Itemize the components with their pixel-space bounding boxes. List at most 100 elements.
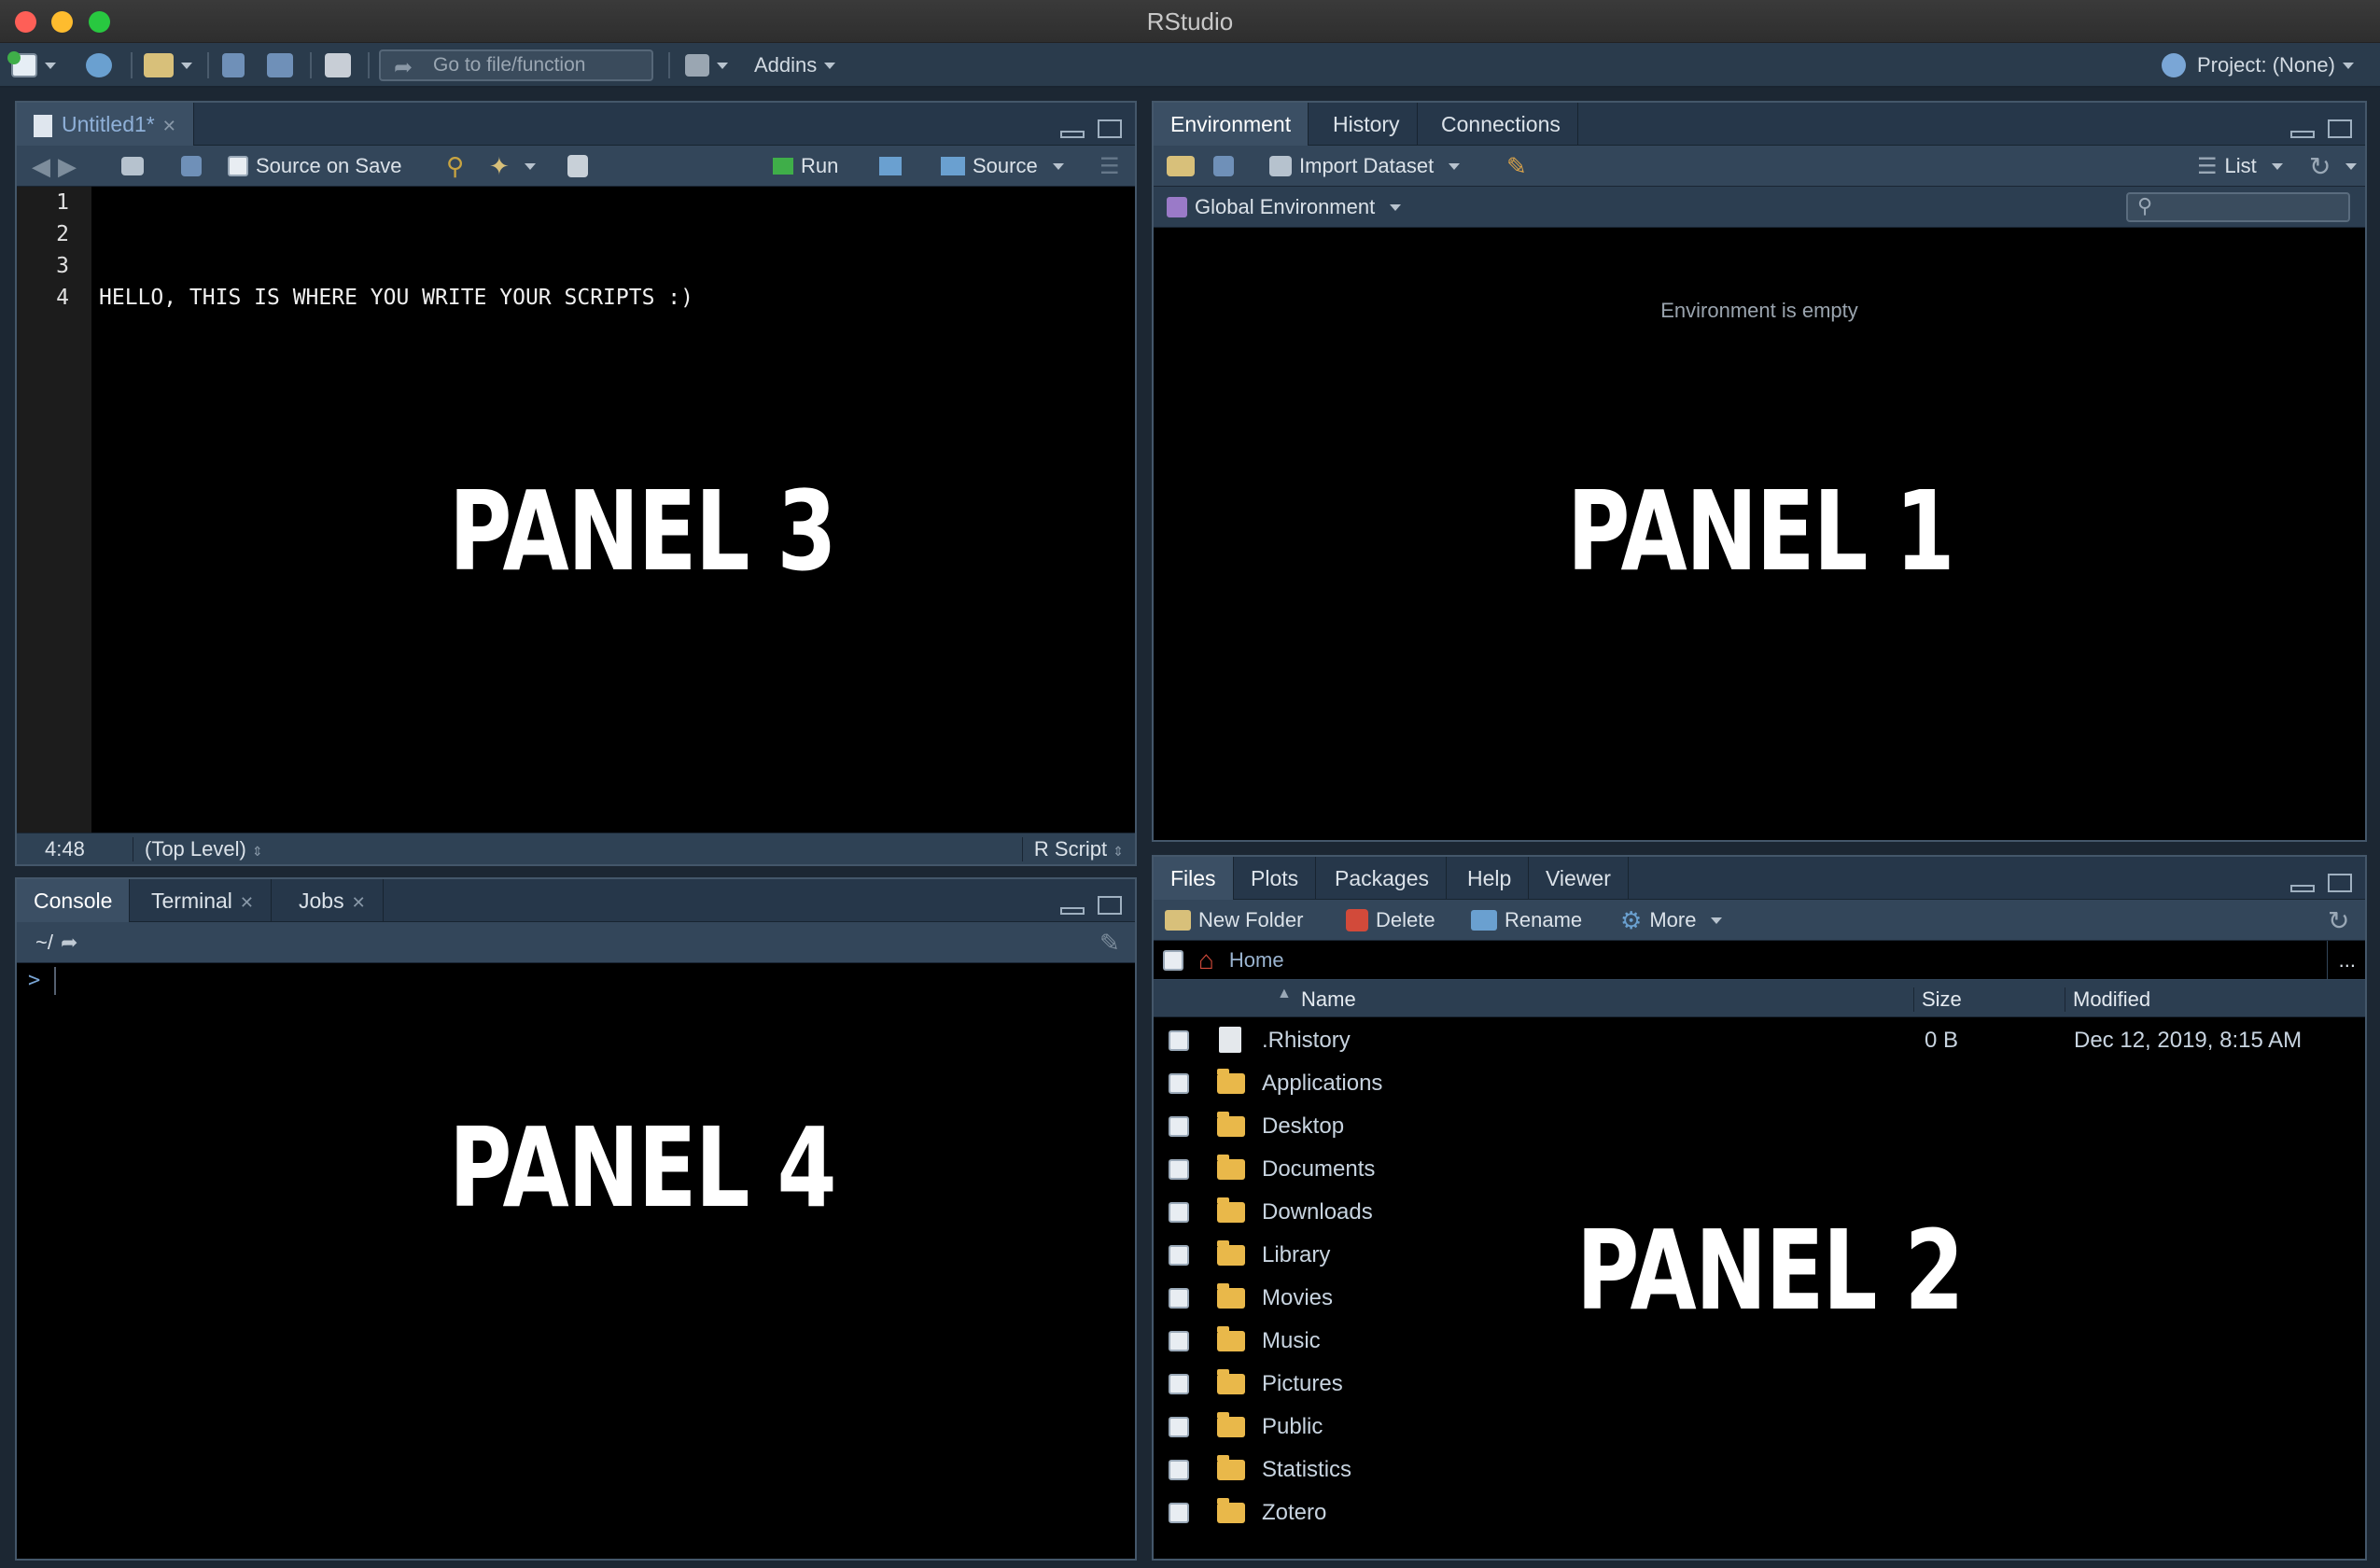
file-name[interactable]: Pictures [1262, 1363, 1343, 1406]
project-menu[interactable]: Project: (None) [2162, 50, 2354, 80]
tab-history[interactable]: History [1316, 103, 1418, 146]
tab-jobs[interactable]: Jobs ✕ [282, 879, 384, 922]
view-mode-menu[interactable]: ☰ List [2197, 146, 2283, 187]
file-name[interactable]: Library [1262, 1234, 1330, 1277]
file-name[interactable]: Applications [1262, 1062, 1382, 1105]
source-on-save-checkbox[interactable] [228, 156, 248, 176]
new-folder-button[interactable]: New Folder [1165, 900, 1303, 941]
save-button[interactable] [222, 50, 245, 80]
close-tab-icon[interactable]: ✕ [352, 893, 366, 912]
row-checkbox[interactable] [1169, 1116, 1189, 1137]
file-row[interactable]: Applications [1154, 1062, 2365, 1105]
save-script-button[interactable] [181, 146, 202, 187]
code-line[interactable]: HELLO, THIS IS WHERE YOU WRITE YOUR SCRI… [99, 282, 1135, 314]
console-output[interactable]: > PANEL 4 [17, 963, 1135, 1559]
rerun-button[interactable] [879, 146, 902, 187]
refresh-files-button[interactable]: ↻ [2328, 900, 2349, 941]
maximize-pane-icon[interactable] [2328, 874, 2352, 892]
minimize-pane-icon[interactable] [1060, 907, 1085, 915]
file-row[interactable]: .Rhistory 0 B Dec 12, 2019, 8:15 AM [1154, 1019, 2365, 1062]
row-checkbox[interactable] [1169, 1288, 1189, 1309]
back-arrow-icon[interactable]: ◀ [32, 152, 50, 181]
forward-arrow-icon[interactable]: ▶ [58, 152, 77, 181]
clear-console-button[interactable]: ✎ [1099, 922, 1120, 963]
new-file-button[interactable] [7, 50, 56, 80]
rename-button[interactable]: Rename [1471, 900, 1582, 941]
row-checkbox[interactable] [1169, 1374, 1189, 1394]
new-project-button[interactable] [86, 50, 112, 80]
go-to-directory-button[interactable]: ... [2326, 941, 2356, 980]
open-file-button[interactable] [144, 50, 192, 80]
row-checkbox[interactable] [1169, 1245, 1189, 1266]
file-name[interactable]: Downloads [1262, 1191, 1373, 1234]
show-in-window-button[interactable] [121, 146, 144, 187]
source-on-save-toggle[interactable]: Source on Save [228, 146, 402, 187]
code-tools-button[interactable]: ✦ [489, 146, 536, 187]
tab-terminal[interactable]: Terminal ✕ [134, 879, 273, 922]
tab-files[interactable]: Files [1154, 857, 1234, 900]
file-type-selector[interactable]: R Script ⇕ [1021, 837, 1124, 861]
code-line[interactable] [99, 218, 1135, 250]
delete-button[interactable]: Delete [1346, 900, 1435, 941]
row-checkbox[interactable] [1169, 1331, 1189, 1351]
save-workspace-button[interactable] [1213, 146, 1234, 187]
save-all-button[interactable] [267, 50, 293, 80]
tab-environment[interactable]: Environment [1154, 103, 1309, 146]
maximize-pane-icon[interactable] [1098, 119, 1122, 138]
row-checkbox[interactable] [1169, 1417, 1189, 1437]
code-line[interactable] [99, 250, 1135, 282]
file-row[interactable]: Desktop [1154, 1105, 2365, 1148]
run-button[interactable]: Run [773, 146, 838, 187]
environment-search-input[interactable]: ⚲ [2126, 192, 2350, 222]
source-button[interactable]: Source [941, 146, 1064, 187]
more-menu[interactable]: ⚙ More [1620, 900, 1723, 941]
import-dataset-button[interactable]: Import Dataset [1269, 146, 1461, 187]
row-checkbox[interactable] [1169, 1159, 1189, 1180]
row-checkbox[interactable] [1169, 1202, 1189, 1223]
close-tab-icon[interactable]: ✕ [162, 117, 176, 135]
environment-scope-menu[interactable]: Global Environment [1167, 187, 1402, 228]
find-button[interactable]: ⚲ [446, 146, 464, 187]
print-button[interactable] [325, 50, 351, 80]
file-name[interactable]: Movies [1262, 1277, 1333, 1320]
tab-console[interactable]: Console [17, 879, 131, 922]
goto-directory-icon[interactable]: ➦ [61, 931, 77, 955]
compile-report-button[interactable] [567, 146, 588, 187]
minimize-pane-icon[interactable] [2290, 131, 2315, 138]
minimize-pane-icon[interactable] [2290, 885, 2315, 892]
file-name[interactable]: Desktop [1262, 1105, 1344, 1148]
editor-area[interactable]: 1 2 3 4 HELLO, THIS IS WHERE YOU WRITE Y… [17, 187, 1135, 833]
tab-viewer[interactable]: Viewer [1529, 857, 1629, 900]
file-name[interactable]: Public [1262, 1406, 1323, 1449]
select-all-checkbox[interactable] [1163, 950, 1183, 971]
file-name[interactable]: Music [1262, 1320, 1321, 1363]
maximize-pane-icon[interactable] [2328, 119, 2352, 138]
row-checkbox[interactable] [1169, 1030, 1189, 1051]
refresh-button[interactable]: ↻ [2309, 146, 2358, 187]
tab-packages[interactable]: Packages [1318, 857, 1448, 900]
clear-workspace-button[interactable]: ✎ [1506, 146, 1527, 187]
file-row[interactable]: Public [1154, 1406, 2365, 1449]
row-checkbox[interactable] [1169, 1460, 1189, 1480]
code-line[interactable] [99, 187, 1135, 218]
tab-help[interactable]: Help [1450, 857, 1530, 900]
column-modified[interactable]: Modified [2065, 987, 2150, 1012]
pane-layout-button[interactable] [685, 50, 728, 80]
code-lines[interactable]: HELLO, THIS IS WHERE YOU WRITE YOUR SCRI… [99, 187, 1135, 314]
maximize-window-button[interactable] [89, 11, 110, 33]
tab-connections[interactable]: Connections [1424, 103, 1578, 146]
addins-menu[interactable]: Addins [754, 50, 836, 80]
row-checkbox[interactable] [1169, 1503, 1189, 1523]
load-workspace-button[interactable] [1167, 146, 1195, 187]
file-row[interactable]: Pictures [1154, 1363, 2365, 1406]
file-row[interactable]: Zotero [1154, 1491, 2365, 1534]
home-icon[interactable]: ⌂ [1198, 945, 1214, 975]
file-name[interactable]: Statistics [1262, 1449, 1351, 1491]
column-name[interactable]: Name [1301, 987, 1356, 1012]
back-forward-arrows[interactable]: ◀ ▶ [32, 146, 77, 187]
file-name[interactable]: Documents [1262, 1148, 1375, 1191]
goto-file-input[interactable]: ➦ Go to file/function [379, 49, 653, 81]
breadcrumb-home[interactable]: Home [1229, 948, 1284, 973]
tab-plots[interactable]: Plots [1234, 857, 1317, 900]
column-size[interactable]: Size [1913, 987, 1962, 1012]
